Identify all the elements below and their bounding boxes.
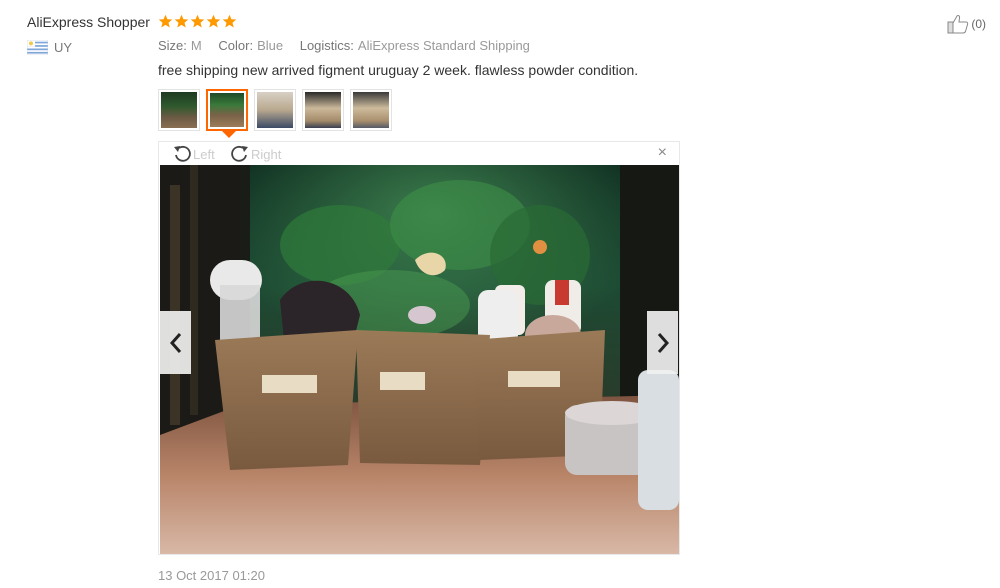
chevron-left-icon: [169, 332, 181, 353]
color-value: Blue: [257, 38, 284, 53]
photo-thumbnail[interactable]: [350, 89, 392, 131]
color-label: Color:: [218, 38, 254, 53]
photo-thumbnail[interactable]: [158, 89, 200, 131]
next-photo-button[interactable]: [647, 311, 678, 374]
reviewer-country: UY: [27, 40, 72, 55]
logistics-label: Logistics:: [299, 38, 354, 53]
purchase-attributes: Size: M Color: Blue Logistics: AliExpress S…: [158, 38, 543, 53]
review-photo: [160, 165, 679, 554]
reviewer-name: AliExpress Shopper: [27, 14, 150, 30]
size-label: Size:: [158, 38, 187, 53]
review-date: 13 Oct 2017 01:20: [158, 568, 265, 583]
size-value: M: [190, 38, 202, 53]
photo-thumbnails: [158, 89, 392, 131]
helpful-count: (0): [971, 17, 986, 31]
review-photo-image: [160, 165, 679, 554]
previous-photo-button[interactable]: [160, 311, 191, 374]
logistics-value: AliExpress Standard Shipping: [357, 38, 530, 53]
rotate-left-icon: [174, 145, 191, 162]
rotate-right-button[interactable]: Right: [229, 144, 281, 164]
photo-thumbnail[interactable]: [254, 89, 296, 131]
rotate-right-label: Right: [251, 146, 282, 162]
star-icon: [158, 14, 173, 28]
review-comment: free shipping new arrived figment urugua…: [158, 62, 639, 78]
photo-thumbnail-active[interactable]: [206, 89, 248, 131]
rotate-left-label: Left: [193, 146, 215, 162]
close-icon[interactable]: ×: [658, 145, 667, 161]
rotate-left-button[interactable]: Left: [171, 144, 215, 164]
rotate-right-icon: [231, 145, 248, 162]
star-icon: [222, 14, 237, 28]
viewer-toolbar: Left Right ×: [159, 142, 679, 165]
star-icon: [174, 14, 189, 28]
thumbs-up-icon: [947, 15, 969, 34]
uruguay-flag-icon: [27, 40, 48, 55]
chevron-right-icon: [657, 332, 669, 353]
photo-viewer: Left Right ×: [158, 141, 680, 555]
country-code: UY: [54, 40, 73, 55]
photo-thumbnail[interactable]: [302, 89, 344, 131]
star-icon: [206, 14, 221, 28]
star-rating: [158, 14, 237, 29]
star-icon: [190, 14, 205, 28]
active-thumbnail-pointer: [222, 131, 236, 138]
helpful-button[interactable]: (0): [947, 14, 986, 34]
